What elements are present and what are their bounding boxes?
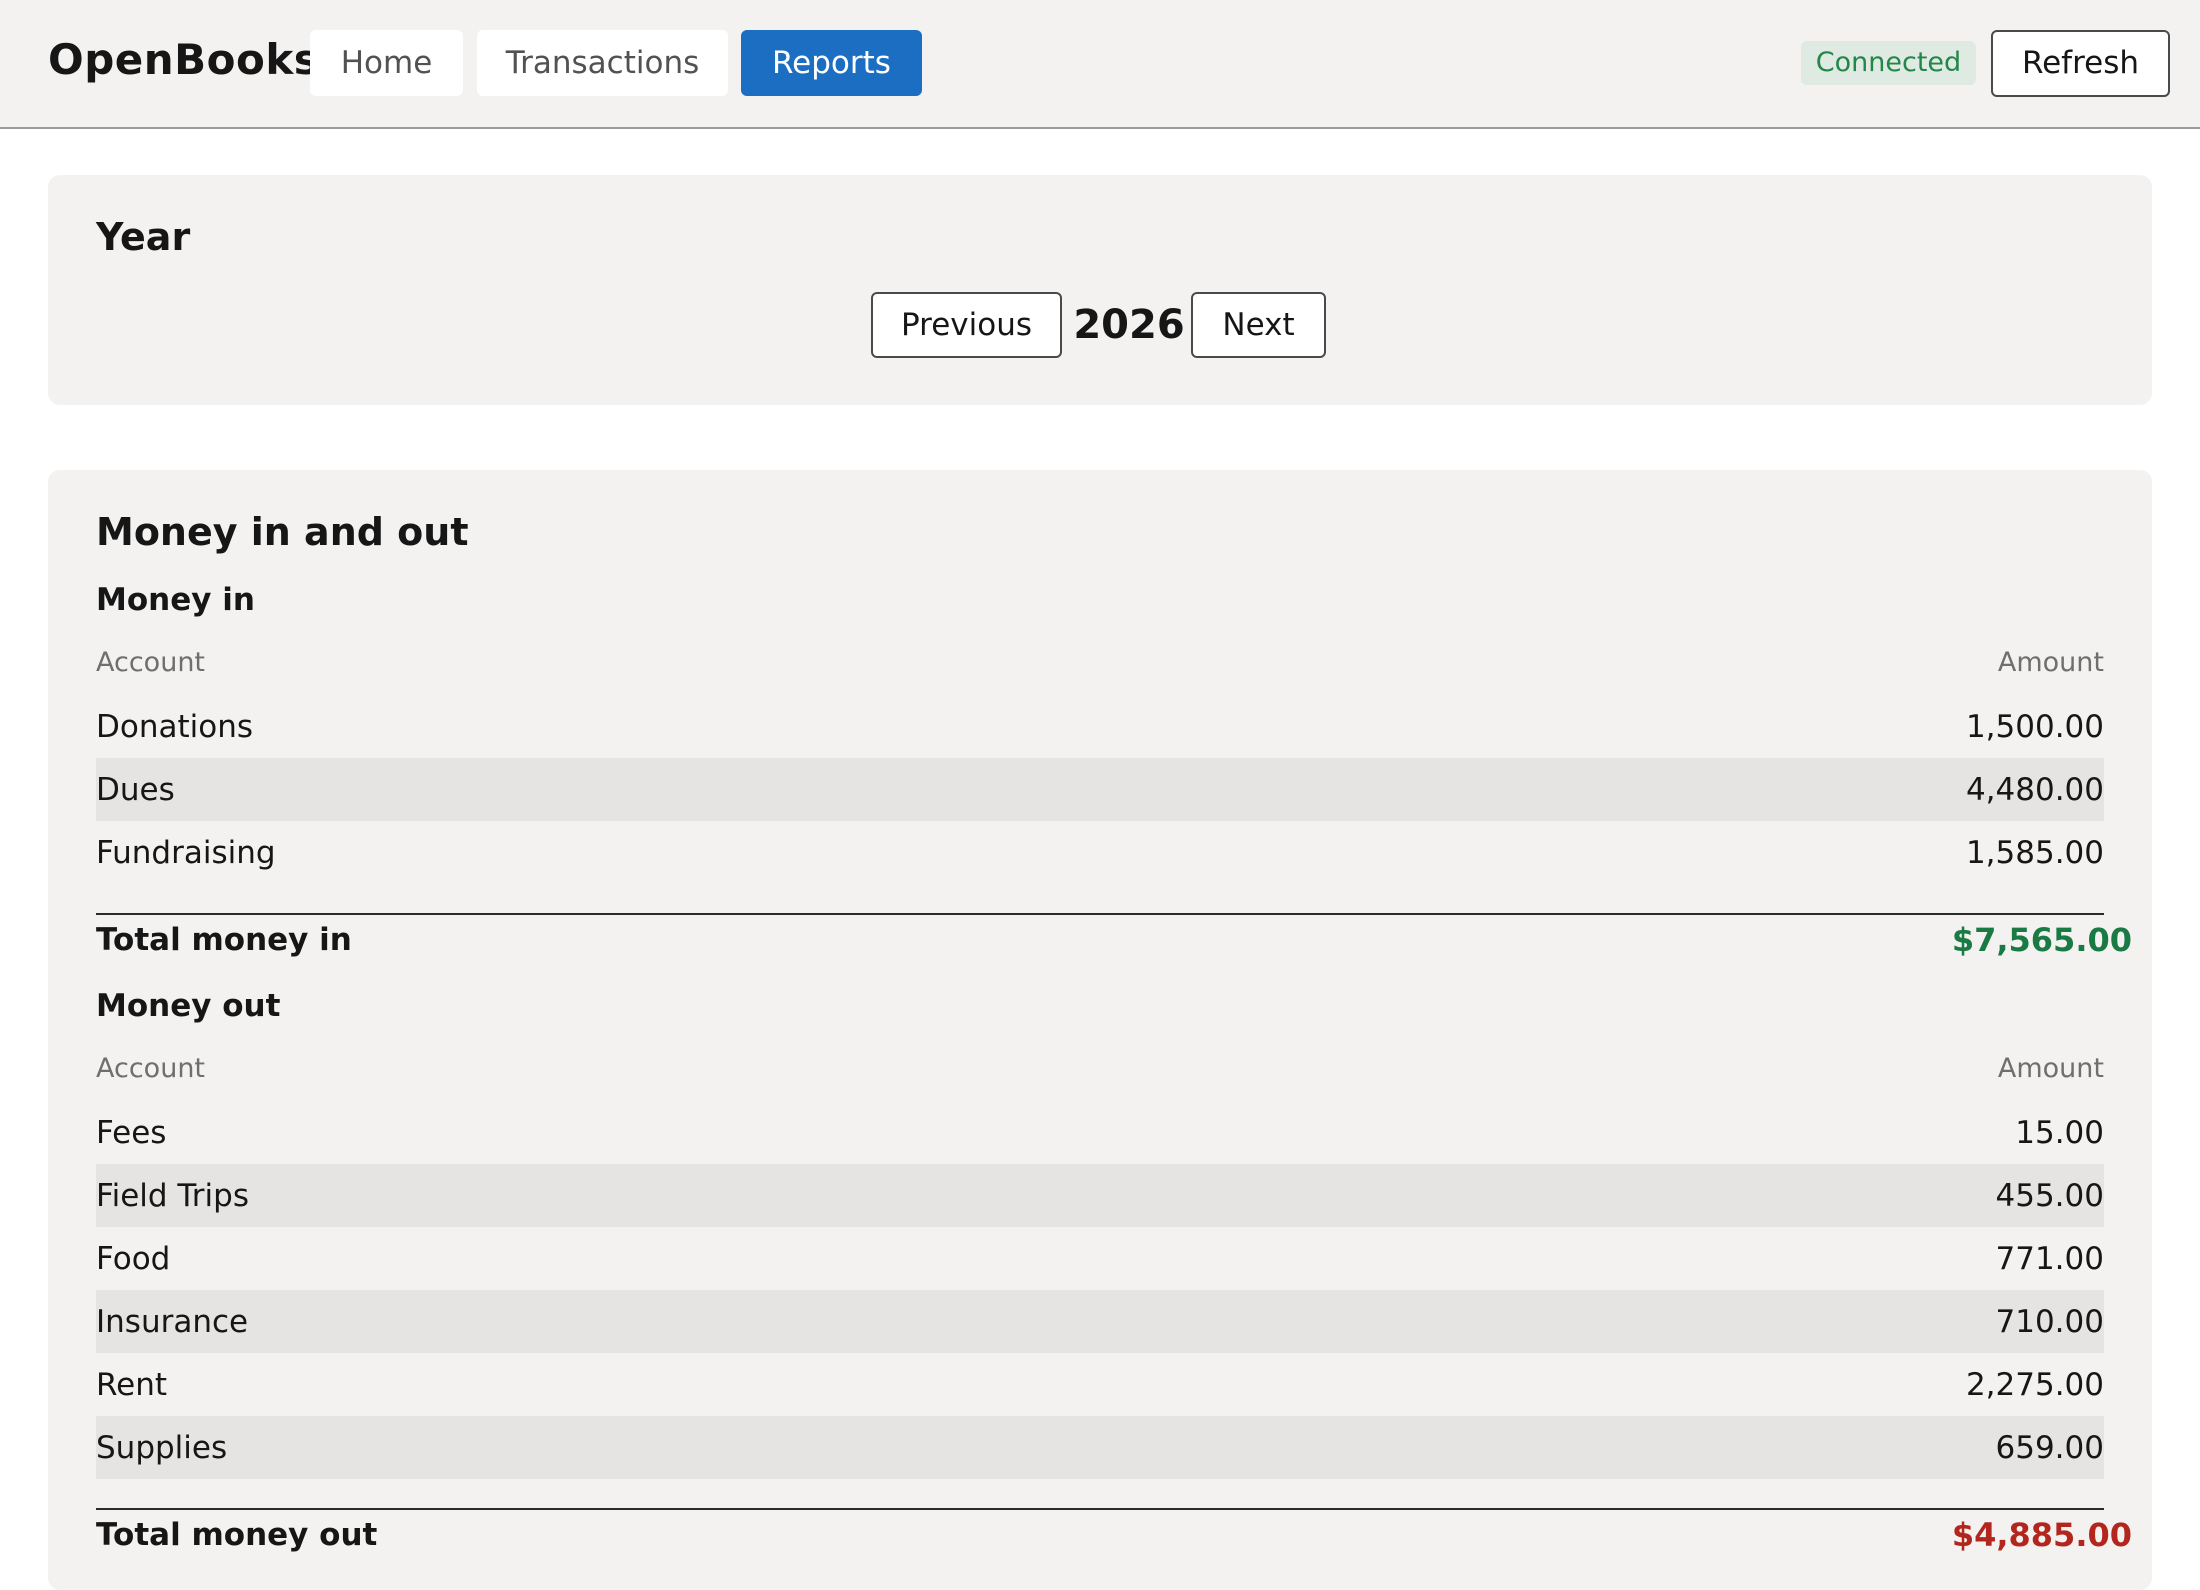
- table-row: Field Trips 455.00: [96, 1164, 2104, 1227]
- account-name: Supplies: [96, 1430, 228, 1466]
- table-row: Food 771.00: [96, 1227, 2104, 1290]
- column-header-amount: Amount: [1997, 1053, 2104, 1084]
- total-divider: [96, 1508, 2104, 1510]
- connection-status-badge: Connected: [1801, 41, 1976, 85]
- year-panel-title: Year: [96, 215, 191, 259]
- total-divider: [96, 913, 2104, 915]
- year-selector-panel: Year Previous 2026 Next: [48, 175, 2152, 405]
- nav-home-tab[interactable]: Home: [310, 30, 463, 96]
- account-amount: 455.00: [1995, 1178, 2104, 1214]
- total-money-out-value: $4,885.00: [1951, 1516, 2132, 1554]
- table-row: Donations 1,500.00: [96, 695, 2104, 758]
- table-row: Dues 4,480.00: [96, 758, 2104, 821]
- account-amount: 15.00: [2015, 1115, 2104, 1151]
- table-row: Fundraising 1,585.00: [96, 821, 2104, 884]
- table-row: Insurance 710.00: [96, 1290, 2104, 1353]
- column-header-account: Account: [96, 647, 206, 678]
- table-row: Rent 2,275.00: [96, 1353, 2104, 1416]
- money-out-heading: Money out: [96, 988, 281, 1024]
- account-amount: 1,500.00: [1965, 709, 2104, 745]
- report-title: Money in and out: [96, 510, 469, 554]
- table-row: Supplies 659.00: [96, 1416, 2104, 1479]
- current-year-value: 2026: [1073, 302, 1185, 348]
- table-row: Fees 15.00: [96, 1101, 2104, 1164]
- account-amount: 1,585.00: [1965, 835, 2104, 871]
- account-amount: 4,480.00: [1965, 772, 2104, 808]
- total-money-in-label: Total money in: [96, 922, 352, 958]
- money-in-out-report-panel: Money in and out Money in Account Amount…: [48, 470, 2152, 1590]
- column-header-account: Account: [96, 1053, 206, 1084]
- account-name: Insurance: [96, 1304, 249, 1340]
- account-amount: 659.00: [1995, 1430, 2104, 1466]
- total-money-out-label: Total money out: [96, 1517, 378, 1553]
- account-name: Fees: [96, 1115, 167, 1151]
- account-name: Field Trips: [96, 1178, 249, 1214]
- account-amount: 771.00: [1995, 1241, 2104, 1277]
- nav-transactions-tab[interactable]: Transactions: [477, 30, 728, 96]
- account-amount: 2,275.00: [1965, 1367, 2104, 1403]
- total-money-in-value: $7,565.00: [1951, 921, 2132, 959]
- account-amount: 710.00: [1995, 1304, 2104, 1340]
- column-header-amount: Amount: [1997, 647, 2104, 678]
- account-name: Fundraising: [96, 835, 276, 871]
- account-name: Rent: [96, 1367, 168, 1403]
- next-year-button[interactable]: Next: [1191, 292, 1326, 358]
- money-out-table-header: Account Amount: [96, 1053, 2104, 1093]
- money-in-heading: Money in: [96, 582, 255, 618]
- account-name: Dues: [96, 772, 175, 808]
- top-navigation-bar: OpenBooks Home Transactions Reports Conn…: [0, 0, 2200, 129]
- year-stepper: Previous 2026 Next: [871, 292, 1331, 358]
- account-name: Donations: [96, 709, 254, 745]
- previous-year-button[interactable]: Previous: [871, 292, 1062, 358]
- nav-reports-tab[interactable]: Reports: [741, 30, 922, 96]
- refresh-button[interactable]: Refresh: [1991, 30, 2170, 97]
- app-logo-text: OpenBooks: [48, 35, 320, 84]
- money-in-table-header: Account Amount: [96, 647, 2104, 687]
- account-name: Food: [96, 1241, 171, 1277]
